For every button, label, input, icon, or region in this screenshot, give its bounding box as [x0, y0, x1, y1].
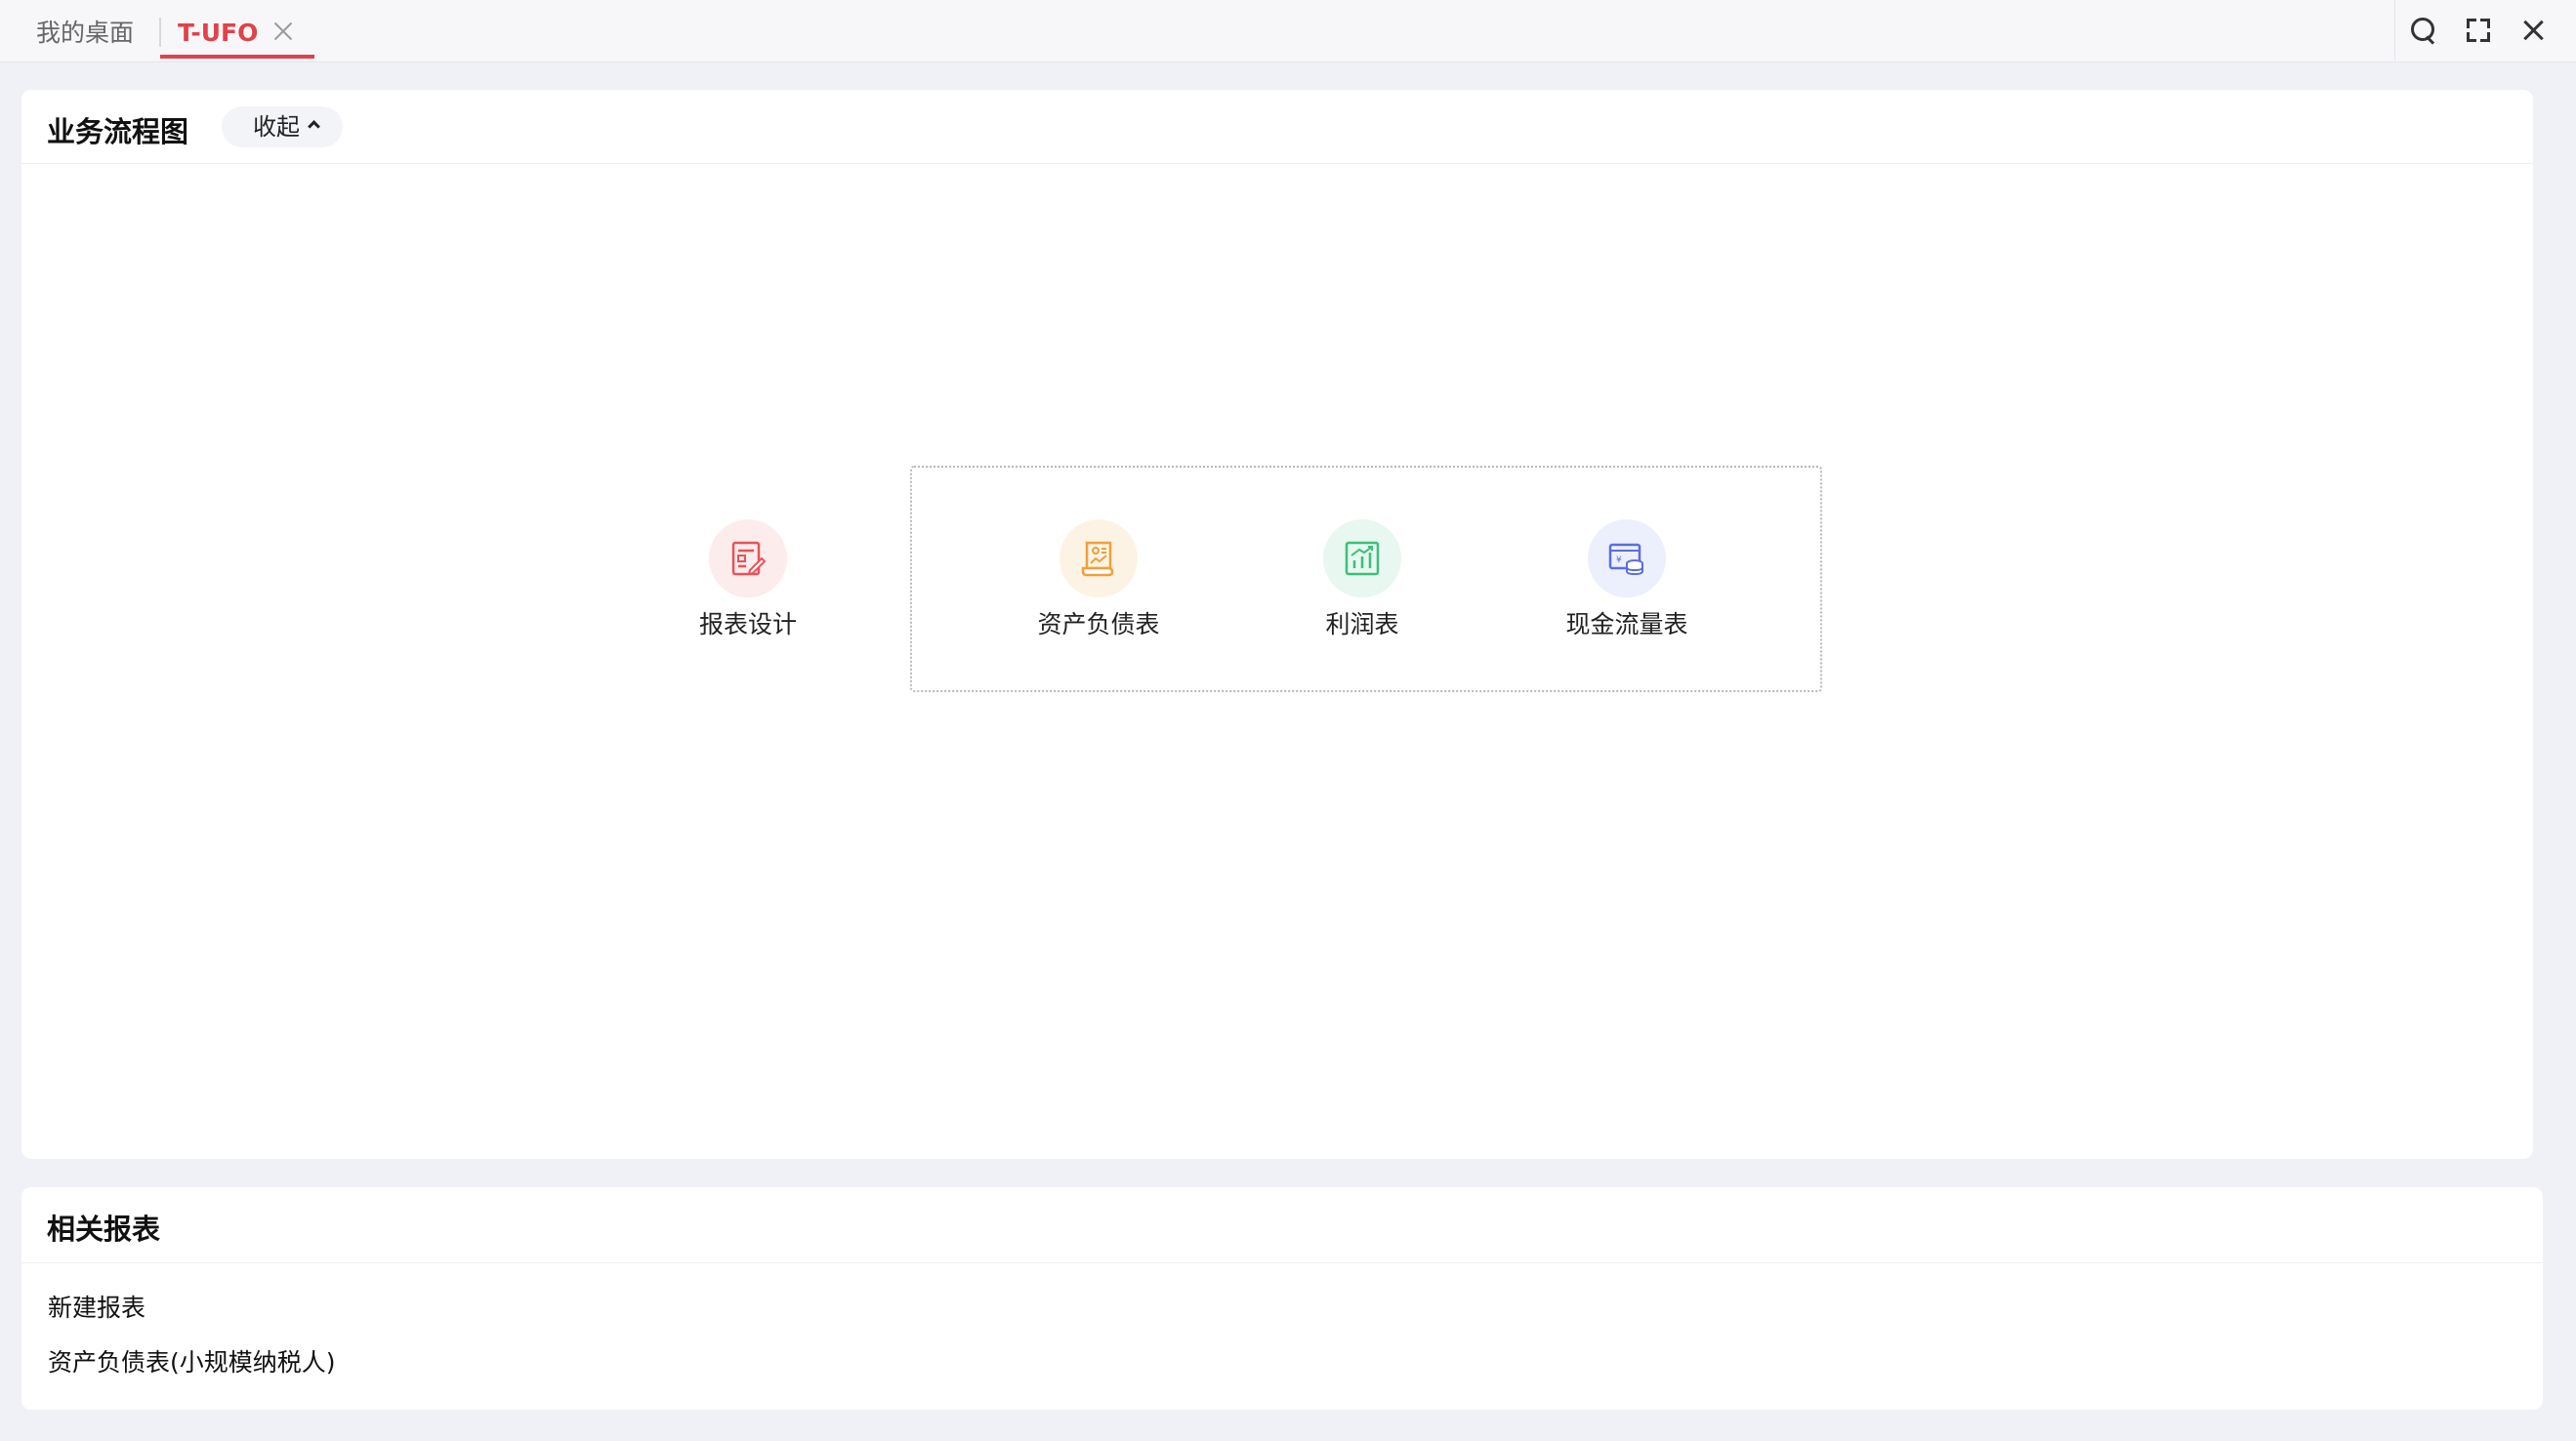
close-icon[interactable]	[2516, 14, 2550, 47]
window-tools	[2394, 0, 2576, 61]
fullscreen-icon[interactable]	[2462, 14, 2495, 47]
tab-t-ufo-label: T-UFO	[178, 19, 259, 47]
flow-node-label: 报表设计	[698, 610, 797, 638]
chevron-up-icon	[308, 120, 320, 133]
profit-chart-icon	[1323, 519, 1401, 597]
collapse-label: 收起	[253, 113, 300, 141]
balance-sheet-icon	[1059, 519, 1138, 597]
flow-node-label: 现金流量表	[1565, 610, 1688, 638]
business-flow-panel: 业务流程图 收起 报表设计 资产负债表 利润表 ¥ 现金流量表	[21, 90, 2533, 1159]
flow-node-profit-statement[interactable]: 利润表	[1274, 519, 1450, 646]
business-flow-title: 业务流程图	[47, 115, 189, 148]
flow-node-label: 资产负债表	[1037, 610, 1160, 638]
business-flow-header: 业务流程图 收起	[21, 90, 2533, 164]
cash-flow-icon: ¥	[1588, 519, 1666, 597]
related-reports-title: 相关报表	[47, 1213, 161, 1246]
related-reports-panel: 相关报表 新建报表 资产负债表(小规模纳税人)	[21, 1187, 2543, 1410]
tab-t-ufo[interactable]: T-UFO	[160, 0, 314, 59]
related-report-balance-small-taxpayer[interactable]: 资产负债表(小规模纳税人)	[48, 1343, 336, 1379]
collapse-button[interactable]: 收起	[222, 106, 343, 147]
tab-my-desktop[interactable]: 我的桌面	[36, 0, 134, 61]
tab-close-icon[interactable]	[271, 20, 295, 43]
flow-node-report-design[interactable]: 报表设计	[660, 519, 836, 646]
tab-bar: 我的桌面 T-UFO	[0, 0, 2576, 62]
flow-node-cash-flow[interactable]: ¥ 现金流量表	[1539, 519, 1715, 646]
related-report-new[interactable]: 新建报表	[48, 1289, 145, 1324]
search-icon[interactable]	[2407, 14, 2440, 47]
report-design-icon	[709, 519, 787, 597]
related-reports-header: 相关报表	[21, 1187, 2543, 1263]
svg-text:¥: ¥	[1616, 556, 1622, 565]
flow-node-label: 利润表	[1325, 610, 1399, 638]
flow-node-balance-sheet[interactable]: 资产负债表	[1011, 519, 1186, 646]
